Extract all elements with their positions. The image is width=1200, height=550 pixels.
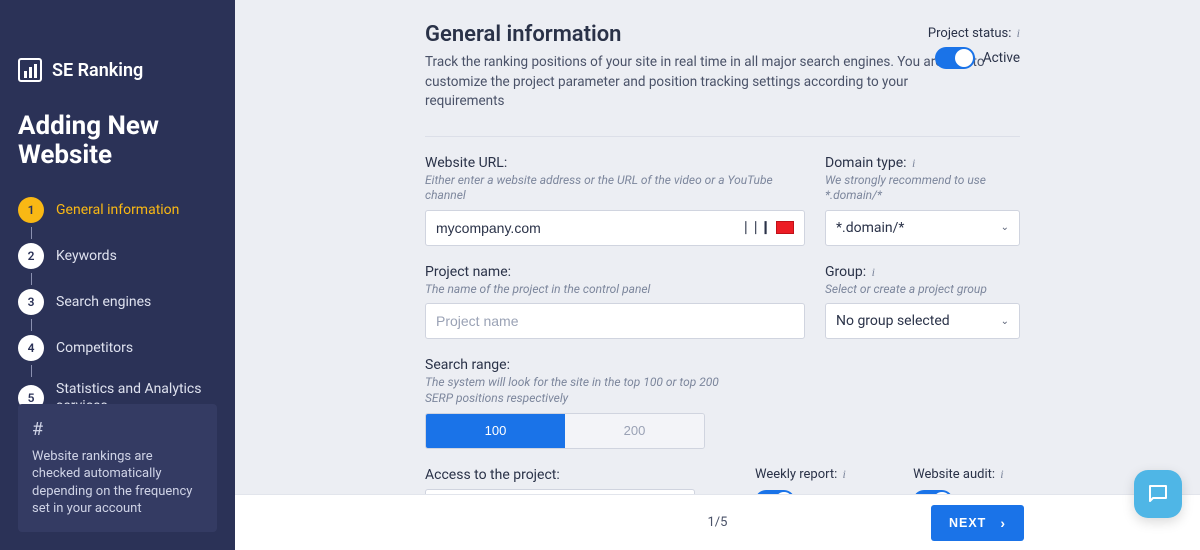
chevron-down-icon: ⌄ [1001,222,1009,233]
group-field: Group: i Select or create a project grou… [825,264,1020,340]
website-url-hint: Either enter a website address or the UR… [425,173,805,204]
sidebar-title: Adding New Website [18,112,217,169]
step-num: 3 [18,289,44,315]
search-range-200[interactable]: 200 [565,414,704,448]
access-label: Access to the project: [425,467,695,483]
project-status-block: Project status: i Active [928,26,1020,69]
step-general-information[interactable]: 1 General information [18,193,217,227]
hash-icon: # [32,418,203,442]
website-url-label: Website URL: [425,155,805,171]
website-url-field: Website URL: Either enter a website addr… [425,155,805,246]
step-label: Search engines [56,294,151,311]
group-hint: Select or create a project group [825,282,1020,298]
divider [425,136,1020,137]
step-num: 1 [18,197,44,223]
step-keywords[interactable]: 2 Keywords [18,239,217,273]
search-range-hint: The system will look for the site in the… [425,375,725,406]
chat-icon [1146,482,1170,506]
project-name-input[interactable] [436,313,794,329]
website-url-input[interactable] [436,220,740,236]
content: General information Track the ranking po… [235,0,1200,494]
step-label: Keywords [56,248,117,265]
chevron-down-icon: ⌄ [1001,316,1009,327]
step-label: Competitors [56,340,133,357]
url-options-icon[interactable]: ❘❘❙ [740,220,770,235]
step-competitors[interactable]: 4 Competitors [18,331,217,365]
project-name-field: Project name: The name of the project in… [425,264,805,340]
domain-type-hint: We strongly recommend to use *.domain/* [825,173,1020,204]
next-button-label: NEXT [949,516,986,530]
wizard-steps: 1 General information 2 Keywords 3 Searc… [18,193,217,419]
country-flag-icon[interactable] [776,221,794,234]
sidebar: SE Ranking Adding New Website 1 General … [0,0,235,550]
page-subtitle: Track the ranking positions of your site… [425,53,985,112]
page-indicator: 1/5 [708,515,728,530]
project-status-value: Active [983,50,1020,66]
wizard-footer: 1/5 NEXT › [235,494,1200,550]
project-status-label: Project status: [928,26,1012,41]
step-connector [31,319,32,331]
chevron-right-icon: › [1000,515,1006,531]
chat-widget-button[interactable] [1134,470,1182,518]
brand: SE Ranking [18,58,217,82]
step-connector [31,365,32,377]
brand-logo-icon [18,58,42,82]
sidebar-note-text: Website rankings are checked automatical… [32,449,192,517]
search-range-label: Search range: [425,357,1020,373]
info-icon[interactable]: i [872,265,875,279]
domain-type-label: Domain type: [825,155,907,171]
project-name-label: Project name: [425,264,805,280]
info-icon[interactable]: i [843,467,846,481]
group-label: Group: [825,264,866,280]
project-status-toggle[interactable] [935,47,975,69]
search-range-segmented: 100 200 [425,413,705,449]
step-num: 2 [18,243,44,269]
website-url-input-wrap: ❘❘❙ [425,210,805,246]
info-icon[interactable]: i [1000,467,1003,481]
website-audit-label: Website audit: [913,467,995,482]
step-connector [31,273,32,285]
weekly-report-block: Weekly report: i Enabled [755,467,853,494]
weekly-report-label: Weekly report: [755,467,837,482]
info-icon[interactable]: i [1017,26,1020,40]
search-range-field: Search range: The system will look for t… [425,357,1020,448]
step-label: General information [56,202,179,219]
access-field: Access to the project: Only me ⌄ Add acc… [425,467,695,494]
website-audit-block: Website audit: i Enabled [913,467,1011,494]
step-connector [31,227,32,239]
step-search-engines[interactable]: 3 Search engines [18,285,217,319]
info-icon[interactable]: i [912,156,915,170]
next-button[interactable]: NEXT › [931,505,1024,541]
sidebar-note: # Website rankings are checked automatic… [18,404,217,532]
search-range-100[interactable]: 100 [426,414,565,448]
domain-type-value: *.domain/* [836,220,904,236]
main: General information Track the ranking po… [235,0,1200,550]
step-num: 4 [18,335,44,361]
brand-name: SE Ranking [52,60,143,81]
group-select[interactable]: No group selected ⌄ [825,303,1020,339]
domain-type-select[interactable]: *.domain/* ⌄ [825,210,1020,246]
project-name-hint: The name of the project in the control p… [425,282,805,298]
group-value: No group selected [836,313,950,329]
domain-type-field: Domain type: i We strongly recommend to … [825,155,1020,246]
